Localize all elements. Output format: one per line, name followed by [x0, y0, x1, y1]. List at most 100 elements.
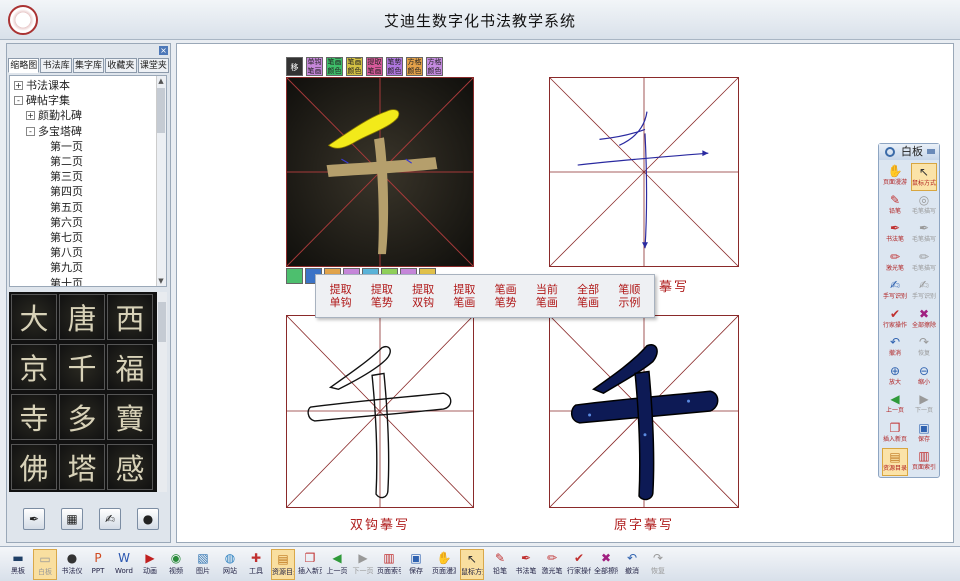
whiteboard-tool[interactable]: ✒ 书法笔	[882, 220, 908, 248]
menu-item[interactable]: 当前 笔画	[530, 283, 564, 309]
thumbnail-scroll-thumb[interactable]	[158, 302, 166, 342]
bottom-tool-button[interactable]: ↶ 撤消	[620, 549, 644, 580]
bottom-tool-button[interactable]: ❐ 插入新页	[298, 549, 322, 580]
expand-icon[interactable]: +	[14, 81, 23, 90]
character-thumbnail[interactable]: 佛	[11, 444, 57, 490]
whiteboard-tool[interactable]: ⊕ 放大	[882, 363, 908, 391]
whiteboard-tool[interactable]: ✍ 手写识别	[882, 277, 908, 305]
character-thumbnail[interactable]: 千	[59, 344, 105, 390]
tree-scroll-thumb[interactable]	[157, 88, 165, 133]
bottom-tool-button[interactable]: ▶ 下一页	[351, 549, 375, 580]
bottom-tool-button[interactable]: ↖ 鼠标方式	[460, 549, 484, 580]
whiteboard-tool[interactable]: ↖ 鼠标方式	[911, 163, 937, 191]
scroll-down-icon[interactable]: ▼	[156, 276, 166, 286]
tree-item[interactable]: 第五页	[50, 200, 83, 215]
menu-item[interactable]: 提取 双钩	[406, 283, 440, 309]
stroke-color-button[interactable]: 笔画颜色	[346, 57, 363, 76]
character-thumbnail[interactable]: 唐	[59, 294, 105, 340]
grid-tool-button[interactable]: ▦	[61, 508, 83, 530]
whiteboard-tool[interactable]: ↶ 撤消	[882, 334, 908, 362]
character-thumbnail[interactable]: 感	[107, 444, 153, 490]
grid-option-button[interactable]	[286, 268, 303, 284]
bottom-tool-button[interactable]: ✋ 页面漫游	[432, 549, 456, 580]
menu-item[interactable]: 笔顺 示例	[612, 283, 646, 309]
stroke-color-button[interactable]: 单钩笔画	[306, 57, 323, 76]
move-button[interactable]: 移动	[286, 57, 303, 76]
whiteboard-tool[interactable]: ◎ 毛笔描写	[911, 192, 937, 220]
practice-grid-original[interactable]	[286, 77, 474, 267]
whiteboard-tool[interactable]: ✔ 行家操作	[882, 306, 908, 334]
bottom-tool-button[interactable]: ▤ 资源目录	[271, 549, 295, 580]
whiteboard-tool[interactable]: ✏ 激光笔	[882, 249, 908, 277]
expand-icon[interactable]: +	[26, 111, 35, 121]
character-thumbnail[interactable]: 寶	[107, 394, 153, 440]
tab-favorites[interactable]: 收藏夹	[105, 58, 137, 73]
whiteboard-tool[interactable]: ❐ 插入新页	[882, 420, 908, 448]
character-thumbnail[interactable]: 京	[11, 344, 57, 390]
stroke-color-button[interactable]: 方格颜色	[406, 57, 423, 76]
whiteboard-tool[interactable]: ✒ 毛笔描写	[911, 220, 937, 248]
stroke-color-button[interactable]: 提取笔画	[366, 57, 383, 76]
practice-grid-stroke-order[interactable]	[549, 77, 739, 267]
tab-thumbnails[interactable]: 缩略图	[8, 58, 40, 73]
thumbnail-scrollbar[interactable]	[157, 292, 167, 492]
menu-item[interactable]: 全部 笔画	[571, 283, 605, 309]
tab-character-collection[interactable]: 集字库	[72, 58, 105, 73]
stroke-color-button[interactable]: 笔画颜色	[326, 57, 343, 76]
tree-item[interactable]: 第九页	[50, 260, 83, 275]
bottom-tool-button[interactable]: ◀ 上一页	[325, 549, 349, 580]
whiteboard-tool[interactable]: ▥ 页面索引	[911, 448, 937, 476]
bottom-tool-button[interactable]: P PPT	[86, 549, 110, 580]
tree-item[interactable]: 第二页	[50, 154, 83, 169]
bottom-tool-button[interactable]: ✒ 书法笔	[514, 549, 538, 580]
whiteboard-tool[interactable]: ◀ 上一页	[882, 391, 908, 419]
color-tool-button[interactable]: ●	[137, 508, 159, 530]
character-thumbnail[interactable]: 多	[59, 394, 105, 440]
bottom-tool-button[interactable]: ✔ 行家操作	[567, 549, 591, 580]
collapse-icon[interactable]: -	[14, 96, 23, 106]
whiteboard-tool[interactable]: ✍ 手写识别	[911, 277, 937, 305]
menu-item[interactable]: 笔画 笔势	[489, 283, 523, 309]
bottom-tool-button[interactable]: ▶ 动画	[138, 549, 162, 580]
bottom-tool-button[interactable]: ✖ 全部擦除	[594, 549, 618, 580]
practice-grid-filled[interactable]	[549, 315, 739, 508]
ink-tool-button[interactable]: ✍	[99, 508, 121, 530]
menu-item[interactable]: 提取 笔势	[365, 283, 399, 309]
stroke-color-button[interactable]: 笔势颜色	[386, 57, 403, 76]
tree-item[interactable]: 第八页	[50, 245, 83, 260]
whiteboard-tool[interactable]: ✖ 全部擦除	[911, 306, 937, 334]
tree-item[interactable]: 第七页	[50, 230, 83, 245]
tree-item[interactable]: + 书法课本	[14, 78, 70, 93]
menu-item[interactable]: 提取 单钩	[324, 283, 358, 309]
bottom-tool-button[interactable]: ▬ 黑板	[6, 549, 30, 580]
tree-item[interactable]: 第六页	[50, 215, 83, 230]
tree-scrollbar[interactable]: ▲ ▼	[156, 76, 166, 286]
character-thumbnail[interactable]: 大	[11, 294, 57, 340]
brush-tool-button[interactable]: ✒	[23, 508, 45, 530]
bottom-tool-button[interactable]: ↷ 恢复	[646, 549, 670, 580]
whiteboard-tool[interactable]: ▤ 资源目录	[882, 448, 908, 476]
bottom-tool-button[interactable]: ▣ 保存	[404, 549, 428, 580]
whiteboard-tool[interactable]: ✎ 铅笔	[882, 192, 908, 220]
bottom-tool-button[interactable]: ▭ 白板	[33, 549, 57, 580]
close-panel-icon[interactable]: ×	[159, 46, 168, 55]
bottom-tool-button[interactable]: ◍ 网站	[218, 549, 242, 580]
bottom-tool-button[interactable]: ▥ 页面索引	[377, 549, 401, 580]
minimize-icon[interactable]	[927, 149, 935, 154]
tree-item[interactable]: - 碑帖字集	[14, 93, 70, 108]
tree-item[interactable]: + 颜勤礼碑	[26, 108, 82, 123]
bottom-tool-button[interactable]: W Word	[112, 549, 136, 580]
whiteboard-tool[interactable]: ▶ 下一页	[911, 391, 937, 419]
menu-item[interactable]: 提取 笔画	[447, 283, 481, 309]
bottom-tool-button[interactable]: ✏ 激光笔	[540, 549, 564, 580]
character-thumbnail[interactable]: 寺	[11, 394, 57, 440]
whiteboard-tool[interactable]: ✋ 页面漫游	[882, 163, 908, 191]
scroll-up-icon[interactable]: ▲	[156, 76, 166, 86]
whiteboard-tool[interactable]: ↷ 恢复	[911, 334, 937, 362]
whiteboard-tool[interactable]: ✏ 毛笔描写	[911, 249, 937, 277]
whiteboard-tool[interactable]: ⊖ 缩小	[911, 363, 937, 391]
tree-item[interactable]: 第三页	[50, 169, 83, 184]
tree-item[interactable]: 第四页	[50, 184, 83, 199]
bottom-tool-button[interactable]: ▧ 图片	[191, 549, 215, 580]
tab-calligraphy-library[interactable]: 书法库	[40, 58, 72, 73]
